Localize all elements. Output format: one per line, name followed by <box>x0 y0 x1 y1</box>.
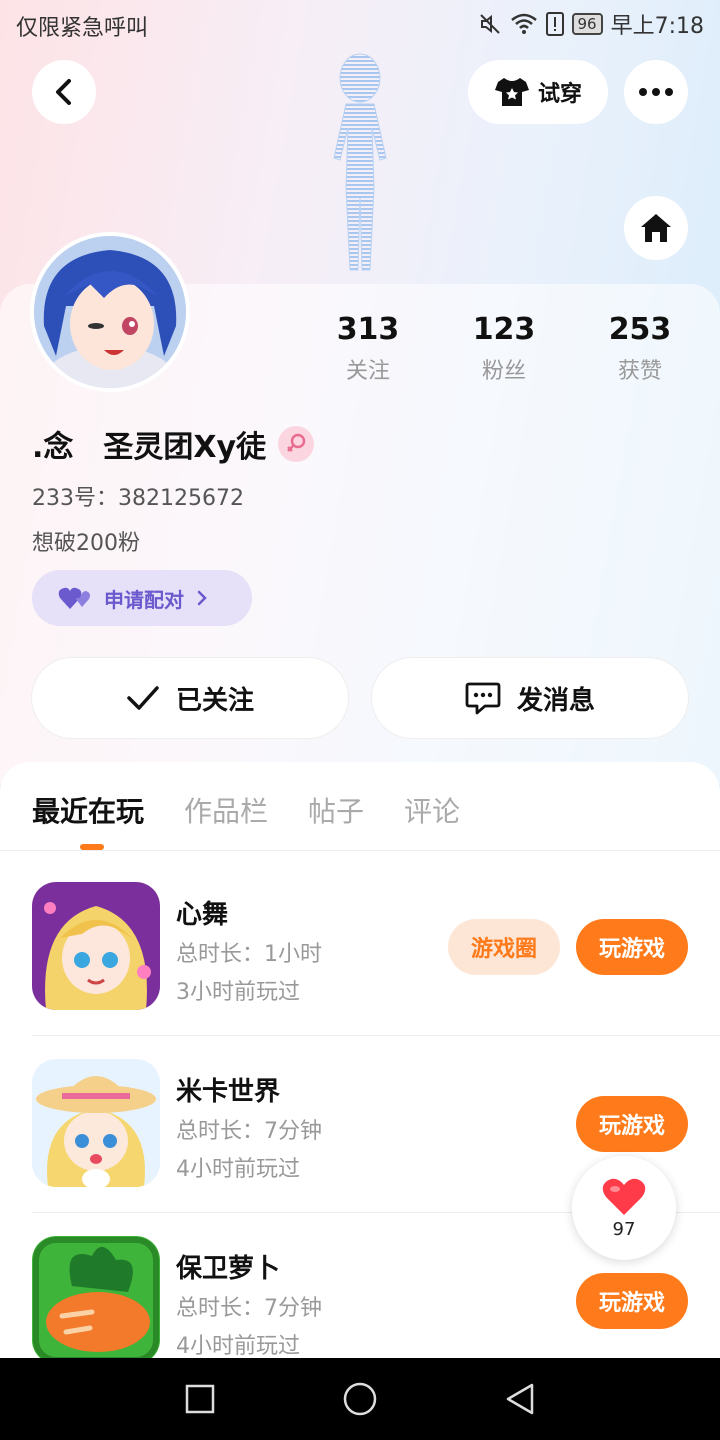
avatar-figure-hologram <box>333 53 387 271</box>
shirt-icon <box>494 78 529 106</box>
like-button[interactable]: 97 <box>572 1156 676 1260</box>
stat-following-count: 313 <box>336 312 400 347</box>
carrier-status: 仅限紧急呼叫 <box>16 16 149 41</box>
stat-following[interactable]: 313 关注 <box>300 312 436 385</box>
stat-likes[interactable]: 253 获赞 <box>572 312 708 385</box>
tab-comments[interactable]: 评论 <box>404 790 460 830</box>
home-icon <box>641 214 671 242</box>
chat-bubble-icon <box>465 682 501 715</box>
status-bar: 仅限紧急呼叫 96 早上7:18 <box>0 0 720 50</box>
triangle-back-icon <box>506 1383 534 1415</box>
home-nav-button[interactable] <box>335 1374 385 1424</box>
more-dots-icon <box>639 88 673 96</box>
chevron-right-icon <box>197 590 207 606</box>
profile-tabs: 最近在玩 作品栏 帖子 评论 <box>32 790 460 830</box>
back-button[interactable] <box>32 60 96 124</box>
system-nav-bar <box>0 1358 720 1440</box>
stat-followers[interactable]: 123 粉丝 <box>436 312 572 385</box>
game-last-played: 3小时前玩过 <box>176 980 300 1005</box>
game-name: 米卡世界 <box>176 1077 281 1107</box>
game-name: 心舞 <box>176 900 229 930</box>
tab-posts[interactable]: 帖子 <box>308 790 364 830</box>
circle-icon <box>343 1382 377 1416</box>
profile-stats: 313 关注 123 粉丝 253 获赞 <box>300 312 720 385</box>
clock: 早上7:18 <box>610 14 704 39</box>
stat-likes-count: 253 <box>608 312 672 347</box>
game-duration: 总时长：7分钟 <box>176 1296 322 1321</box>
home-button[interactable] <box>624 196 688 260</box>
game-art-mika-world <box>32 1059 160 1187</box>
game-icon-mika-world[interactable] <box>32 1059 160 1187</box>
try-on-label: 试穿 <box>537 82 582 107</box>
battery-indicator: 96 <box>571 13 603 35</box>
avatar-image <box>34 236 186 388</box>
game-circle-button[interactable]: 游戏圈 <box>448 919 560 975</box>
game-icon-xinwu[interactable] <box>32 882 160 1010</box>
tabs-divider <box>0 850 720 851</box>
mute-icon <box>479 14 500 34</box>
play-game-button[interactable]: 玩游戏 <box>576 1273 688 1329</box>
bio: 想破200粉 <box>32 531 140 556</box>
stat-following-label: 关注 <box>345 359 390 384</box>
sim-alert-icon <box>545 12 564 36</box>
game-duration: 总时长：7分钟 <box>176 1119 322 1144</box>
play-game-button[interactable]: 玩游戏 <box>576 1096 688 1152</box>
stat-followers-label: 粉丝 <box>481 359 526 384</box>
username-row: .念 圣灵团Xy徒 <box>32 422 315 466</box>
wifi-icon <box>510 13 537 34</box>
recents-button[interactable] <box>175 1374 225 1424</box>
check-icon <box>127 686 159 710</box>
apply-match-button[interactable]: 申请配对 <box>32 570 252 626</box>
game-duration: 总时长：1小时 <box>176 942 322 967</box>
followed-button[interactable]: 已关注 <box>32 658 348 738</box>
chevron-left-icon <box>56 79 71 105</box>
gender-badge <box>278 426 315 462</box>
try-on-button[interactable]: 试穿 <box>468 60 608 124</box>
send-message-label: 发消息 <box>516 685 595 716</box>
followed-label: 已关注 <box>175 685 254 716</box>
game-name: 保卫萝卜 <box>176 1254 281 1284</box>
game-last-played: 4小时前玩过 <box>176 1157 300 1182</box>
tab-recently-played[interactable]: 最近在玩 <box>32 790 144 830</box>
hearts-icon <box>58 587 90 609</box>
more-button[interactable] <box>624 60 688 124</box>
back-nav-button[interactable] <box>495 1374 545 1424</box>
square-icon <box>185 1384 215 1414</box>
game-icon-carrot-fantasy[interactable] <box>32 1236 160 1364</box>
stat-likes-label: 获赞 <box>617 359 662 384</box>
stat-followers-count: 123 <box>472 312 536 347</box>
send-message-button[interactable]: 发消息 <box>372 658 688 738</box>
game-last-played: 4小时前玩过 <box>176 1334 300 1359</box>
game-row[interactable]: 心舞 总时长：1小时 3小时前玩过 游戏圈 玩游戏 <box>32 882 720 1012</box>
tab-works[interactable]: 作品栏 <box>184 790 268 830</box>
play-game-button[interactable]: 玩游戏 <box>576 919 688 975</box>
apply-match-label: 申请配对 <box>104 587 184 612</box>
female-icon <box>287 433 306 452</box>
username: .念 圣灵团Xy徒 <box>32 430 267 465</box>
row-divider <box>32 1035 720 1036</box>
heart-icon <box>602 1178 646 1215</box>
user-id: 233号：382125672 <box>32 486 244 511</box>
like-count: 97 <box>612 1218 636 1240</box>
game-art-xinwu <box>32 882 160 1010</box>
avatar[interactable] <box>30 232 190 392</box>
game-art-carrot-fantasy <box>32 1236 160 1364</box>
